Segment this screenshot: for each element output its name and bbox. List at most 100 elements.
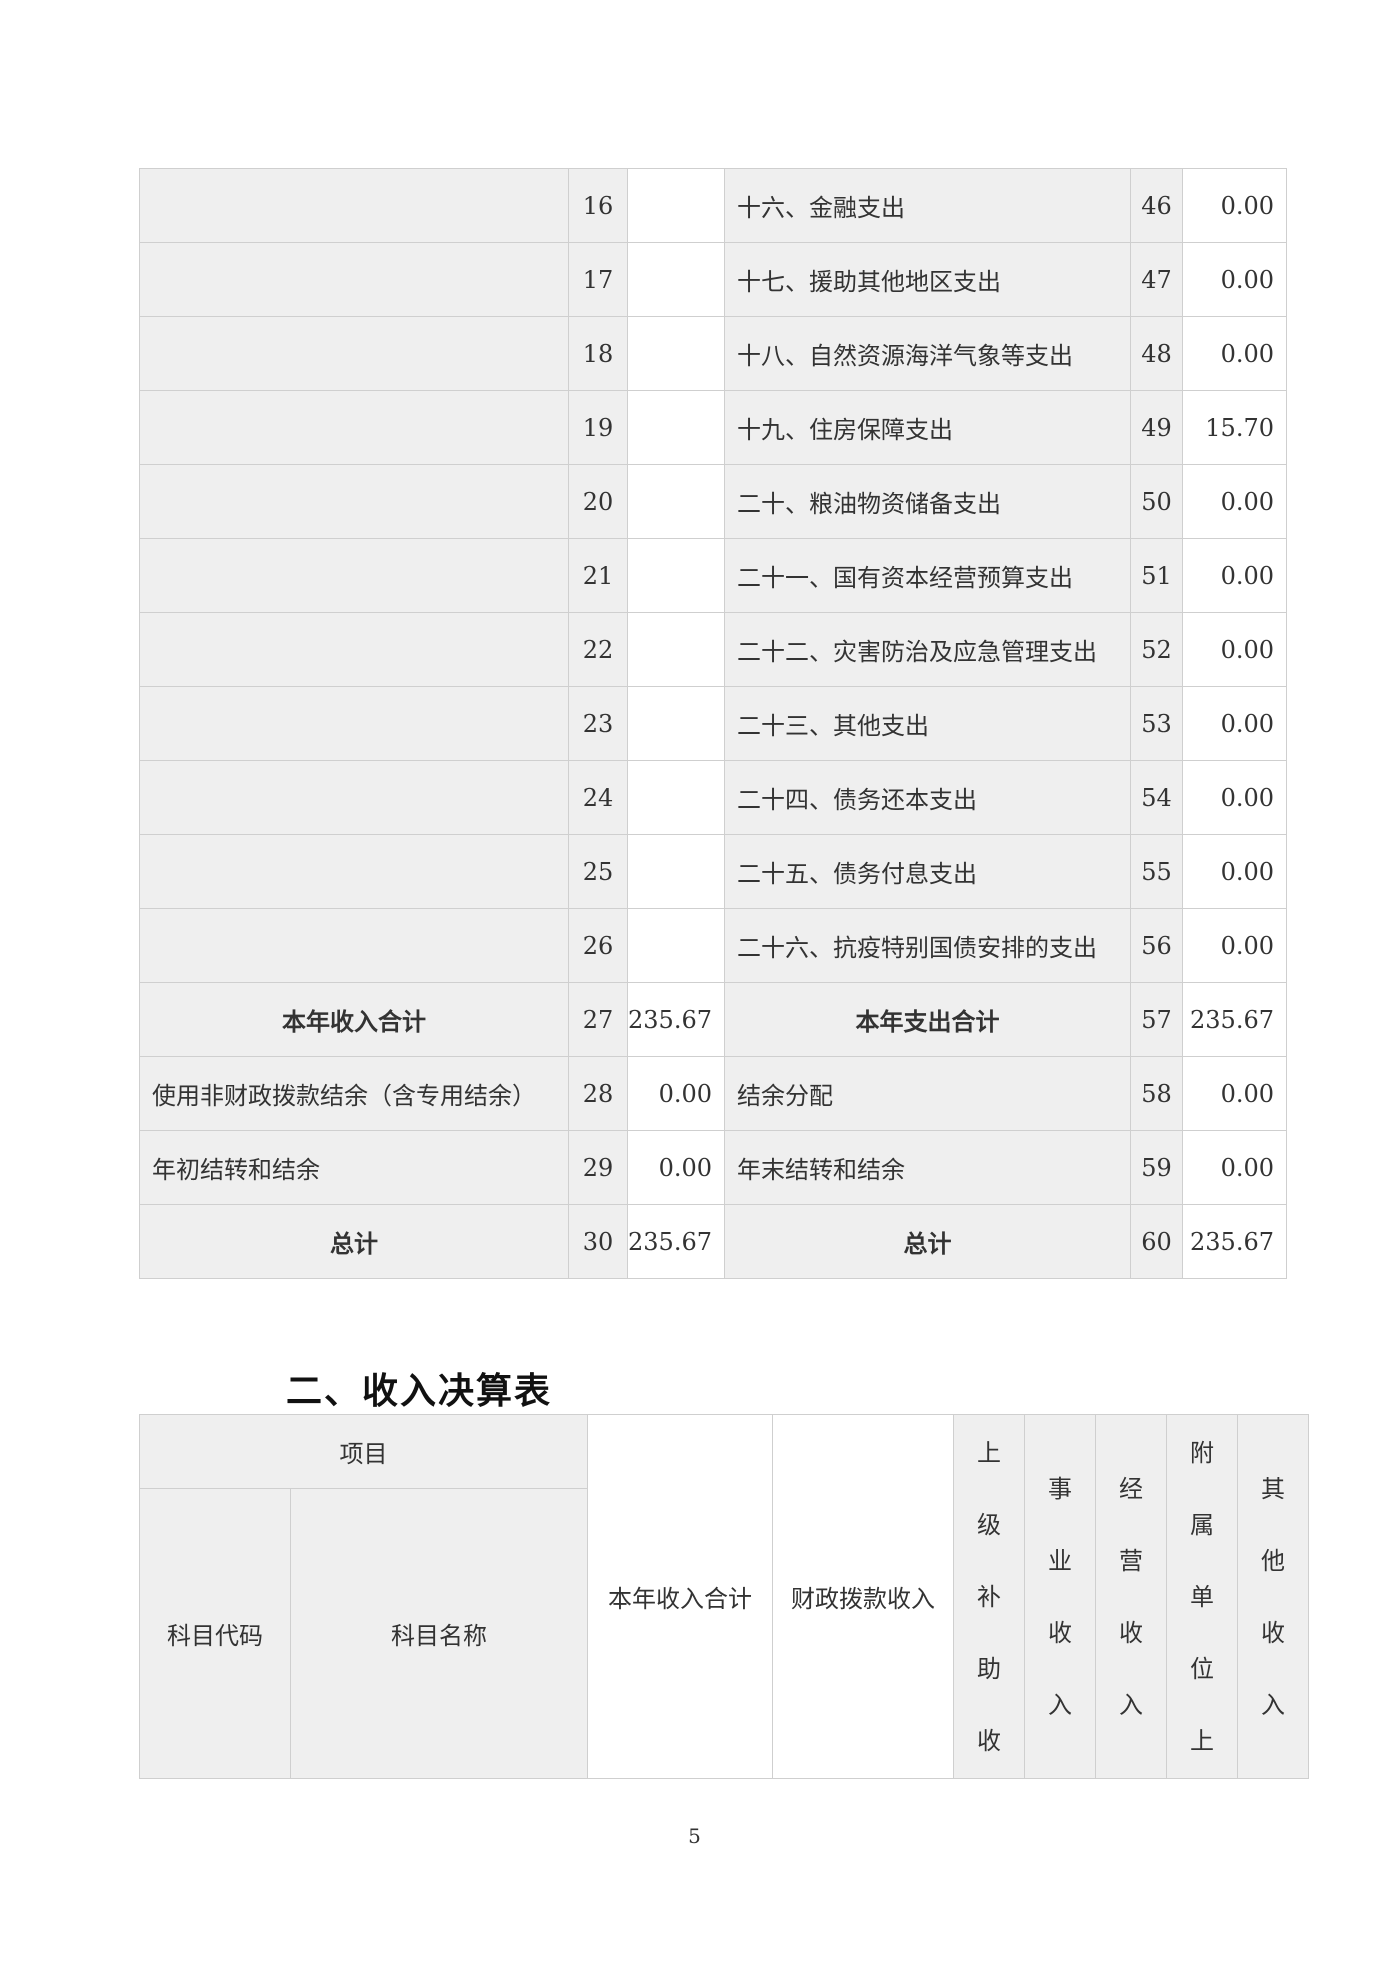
- table-row: 21 二十一、国有资本经营预算支出 51 0.00: [139, 538, 1287, 613]
- right-row-number: 47: [1130, 242, 1183, 317]
- right-row-number: 46: [1130, 168, 1183, 243]
- left-item-label: [139, 242, 569, 317]
- right-amount: 0.00: [1182, 464, 1287, 539]
- right-row-number: 52: [1130, 612, 1183, 687]
- left-amount: [627, 834, 725, 909]
- header-char: 业: [1048, 1546, 1072, 1575]
- right-amount: 0.00: [1182, 538, 1287, 613]
- header-char: 收: [1119, 1618, 1143, 1647]
- header-char: 其: [1261, 1474, 1285, 1503]
- left-row-number: 23: [568, 686, 628, 761]
- right-amount: 0.00: [1182, 242, 1287, 317]
- table-row: 22 二十二、灾害防治及应急管理支出 52 0.00: [139, 612, 1287, 687]
- left-amount: [627, 612, 725, 687]
- right-item-label: 二十五、债务付息支出: [724, 834, 1131, 909]
- right-item-label: 二十一、国有资本经营预算支出: [724, 538, 1131, 613]
- table-row: 年初结转和结余 29 0.00 年末结转和结余 59 0.00: [139, 1130, 1287, 1205]
- right-amount: 0.00: [1182, 168, 1287, 243]
- right-amount: 0.00: [1182, 316, 1287, 391]
- left-row-number: 18: [568, 316, 628, 391]
- left-item-label: 使用非财政拨款结余（含专用结余）: [139, 1056, 569, 1131]
- right-item-label: 十七、援助其他地区支出: [724, 242, 1131, 317]
- table-row: 17 十七、援助其他地区支出 47 0.00: [139, 242, 1287, 317]
- header-char: 上: [977, 1438, 1001, 1467]
- right-amount: 0.00: [1182, 612, 1287, 687]
- right-item-label: 二十二、灾害防治及应急管理支出: [724, 612, 1131, 687]
- left-amount: [627, 760, 725, 835]
- header-operating-income: 经营收入: [1095, 1414, 1167, 1779]
- page-number: 5: [688, 1824, 701, 1848]
- header-subject-code: 科目代码: [139, 1488, 291, 1779]
- table-row: 25 二十五、债务付息支出 55 0.00: [139, 834, 1287, 909]
- right-amount: 0.00: [1182, 908, 1287, 983]
- header-char: 属: [1190, 1510, 1214, 1539]
- right-amount: 235.67: [1182, 982, 1287, 1057]
- left-row-number: 19: [568, 390, 628, 465]
- left-row-number: 17: [568, 242, 628, 317]
- left-row-number: 29: [568, 1130, 628, 1205]
- left-item-label: [139, 538, 569, 613]
- header-char: 助: [977, 1654, 1001, 1683]
- table-row: 总计 30 235.67 总计 60 235.67: [139, 1204, 1287, 1279]
- right-amount: 235.67: [1182, 1204, 1287, 1279]
- left-item-label: [139, 464, 569, 539]
- left-row-number: 26: [568, 908, 628, 983]
- left-amount: [627, 908, 725, 983]
- left-amount: [627, 168, 725, 243]
- left-amount: 0.00: [627, 1056, 725, 1131]
- left-amount: [627, 316, 725, 391]
- right-amount: 0.00: [1182, 1130, 1287, 1205]
- left-amount: [627, 242, 725, 317]
- header-project: 项目: [139, 1414, 588, 1489]
- header-fiscal-income: 财政拨款收入: [772, 1414, 954, 1779]
- left-item-label: [139, 908, 569, 983]
- right-row-number: 59: [1130, 1130, 1183, 1205]
- right-row-number: 58: [1130, 1056, 1183, 1131]
- header-affiliated-unit: 附属单位上: [1166, 1414, 1238, 1779]
- header-char: 营: [1119, 1546, 1143, 1575]
- right-item-label: 年末结转和结余: [724, 1130, 1131, 1205]
- right-item-label: 二十、粮油物资储备支出: [724, 464, 1131, 539]
- table-row: 20 二十、粮油物资储备支出 50 0.00: [139, 464, 1287, 539]
- right-amount: 0.00: [1182, 686, 1287, 761]
- header-char: 事: [1048, 1474, 1072, 1503]
- header-char: 经: [1119, 1474, 1143, 1503]
- right-item-label: 二十六、抗疫特别国债安排的支出: [724, 908, 1131, 983]
- right-amount: 0.00: [1182, 1056, 1287, 1131]
- header-business-income: 事业收入: [1024, 1414, 1096, 1779]
- header-char: 单: [1190, 1582, 1214, 1611]
- table-row: 24 二十四、债务还本支出 54 0.00: [139, 760, 1287, 835]
- right-item-label: 本年支出合计: [724, 982, 1131, 1057]
- right-item-label: 二十三、其他支出: [724, 686, 1131, 761]
- left-row-number: 21: [568, 538, 628, 613]
- right-row-number: 51: [1130, 538, 1183, 613]
- left-row-number: 16: [568, 168, 628, 243]
- left-amount: [627, 538, 725, 613]
- left-row-number: 27: [568, 982, 628, 1057]
- right-item-label: 十八、自然资源海洋气象等支出: [724, 316, 1131, 391]
- right-item-label: 总计: [724, 1204, 1131, 1279]
- right-item-label: 结余分配: [724, 1056, 1131, 1131]
- left-row-number: 22: [568, 612, 628, 687]
- left-item-label: [139, 612, 569, 687]
- left-item-label: 本年收入合计: [139, 982, 569, 1057]
- left-amount: 235.67: [627, 1204, 725, 1279]
- left-row-number: 30: [568, 1204, 628, 1279]
- header-char: 位: [1190, 1654, 1214, 1683]
- left-item-label: [139, 316, 569, 391]
- left-amount: [627, 390, 725, 465]
- header-char: 收: [1261, 1618, 1285, 1647]
- left-amount: 235.67: [627, 982, 725, 1057]
- table-row: 16 十六、金融支出 46 0.00: [139, 168, 1287, 243]
- right-amount: 15.70: [1182, 390, 1287, 465]
- right-row-number: 53: [1130, 686, 1183, 761]
- right-row-number: 54: [1130, 760, 1183, 835]
- left-row-number: 28: [568, 1056, 628, 1131]
- header-total-income: 本年收入合计: [587, 1414, 773, 1779]
- right-amount: 0.00: [1182, 760, 1287, 835]
- left-item-label: [139, 390, 569, 465]
- left-item-label: 总计: [139, 1204, 569, 1279]
- right-item-label: 二十四、债务还本支出: [724, 760, 1131, 835]
- right-amount: 0.00: [1182, 834, 1287, 909]
- right-row-number: 56: [1130, 908, 1183, 983]
